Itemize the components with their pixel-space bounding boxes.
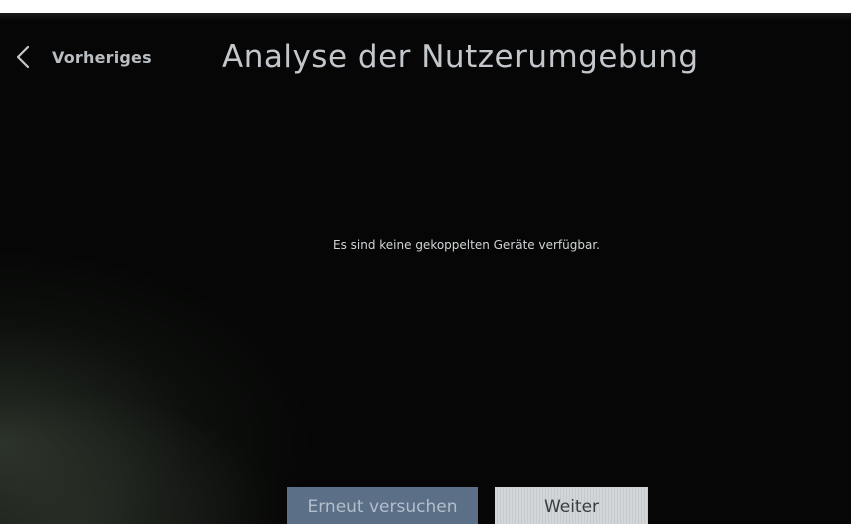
- no-devices-message: Es sind keine gekoppelten Geräte verfügb…: [333, 238, 600, 252]
- next-button[interactable]: Weiter: [495, 487, 648, 524]
- top-edge-shadow: [0, 13, 851, 21]
- page-title: Analyse der Nutzerumgebung: [222, 39, 699, 75]
- retry-button[interactable]: Erneut versuchen: [287, 487, 478, 524]
- setup-screen: Vorheriges Analyse der Nutzerumgebung Es…: [0, 13, 851, 524]
- back-button[interactable]: Vorheriges: [14, 43, 152, 71]
- chevron-left-icon: [16, 45, 30, 69]
- back-label: Vorheriges: [52, 47, 152, 67]
